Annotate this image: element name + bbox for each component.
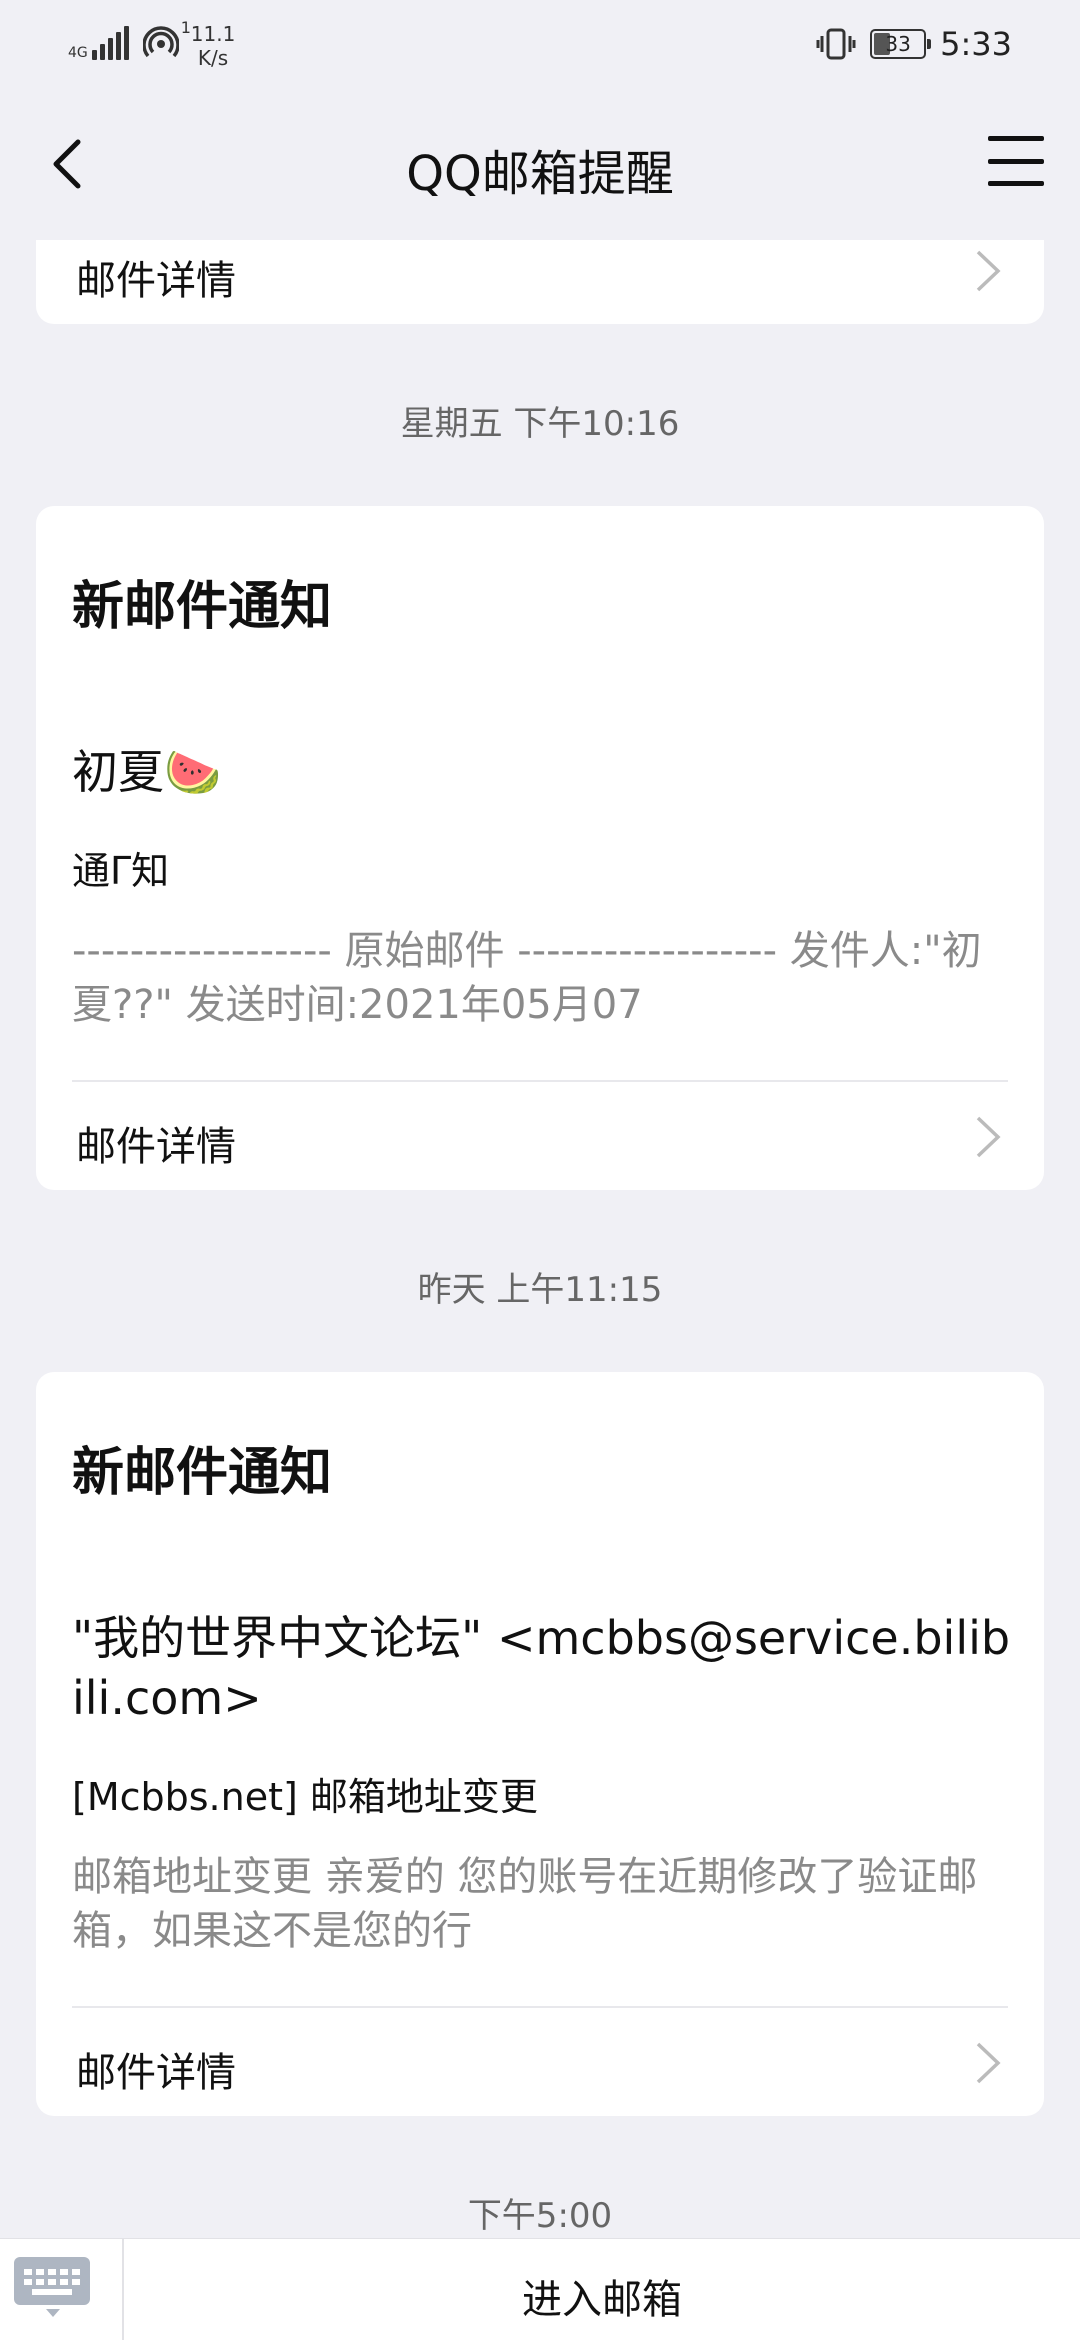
network-speed: 11.1 K/s bbox=[191, 22, 236, 70]
page-title: QQ邮箱提醒 bbox=[406, 146, 674, 202]
card-title: 新邮件通知 bbox=[72, 577, 333, 637]
message-timestamp: 下午5:00 bbox=[467, 2196, 613, 2236]
chevron-right-icon bbox=[976, 250, 1001, 292]
speed-value: 11.1 bbox=[190, 22, 236, 46]
battery-icon: 33 bbox=[870, 29, 932, 59]
message-timestamp: 星期五 下午10:16 bbox=[400, 404, 680, 444]
message-timestamp: 昨天 上午11:15 bbox=[417, 1270, 663, 1310]
chevron-right-icon bbox=[976, 2042, 1001, 2084]
battery-level: 33 bbox=[885, 32, 911, 56]
enter-mailbox-button[interactable]: 进入邮箱 bbox=[124, 2267, 1080, 2325]
status-left: 4G 1 11.1 K/s bbox=[68, 18, 236, 70]
network-type: 4G bbox=[68, 45, 88, 61]
message-card: 新邮件通知 初夏🍉 通Γ知 ------------------ 原始邮件 --… bbox=[36, 506, 1044, 1190]
vibrate-icon bbox=[816, 28, 856, 60]
sim-index: 1 bbox=[180, 18, 191, 37]
menu-icon[interactable] bbox=[988, 136, 1044, 186]
clock: 5:33 bbox=[940, 25, 1012, 63]
mail-subject: 通Γ知 bbox=[72, 849, 170, 893]
mail-detail-label: 邮件详情 bbox=[76, 258, 236, 304]
mail-subject: [Mcbbs.net] 邮箱地址变更 bbox=[72, 1775, 538, 1819]
mail-sender: 初夏🍉 bbox=[72, 745, 222, 799]
message-card: 邮件详情 bbox=[36, 240, 1044, 324]
hotspot-icon bbox=[142, 26, 179, 58]
status-right: 33 5:33 bbox=[816, 24, 1012, 64]
mail-sender: "我的世界中文论坛" <mcbbs@service.bilibili.com> bbox=[72, 1611, 1011, 1725]
mail-preview: 邮箱地址变更 亲爱的 您的账号在近期修改了验证邮箱，如果这不是您的行 bbox=[72, 1854, 978, 1954]
bottom-bar: 进入邮箱 bbox=[0, 2238, 1080, 2340]
mail-detail-label: 邮件详情 bbox=[76, 2050, 236, 2096]
chevron-right-icon bbox=[976, 1116, 1001, 1158]
signal-indicator: 4G bbox=[68, 22, 129, 60]
mail-preview: ------------------ 原始邮件 ----------------… bbox=[72, 928, 982, 1028]
keyboard-toggle-button[interactable] bbox=[0, 2239, 124, 2340]
mail-detail-label: 邮件详情 bbox=[76, 1124, 236, 1170]
keyboard-icon bbox=[14, 2257, 90, 2305]
speed-unit: K/s bbox=[197, 46, 229, 70]
status-bar: 4G 1 11.1 K/s 33 5:33 bbox=[0, 0, 1080, 90]
mail-detail-row[interactable]: 邮件详情 bbox=[36, 2008, 1044, 2118]
mail-detail-row[interactable]: 邮件详情 bbox=[36, 1082, 1044, 1192]
signal-bars-icon bbox=[91, 24, 129, 60]
mail-detail-row[interactable]: 邮件详情 bbox=[36, 216, 1044, 326]
message-card: 新邮件通知 "我的世界中文论坛" <mcbbs@service.bilibili… bbox=[36, 1372, 1044, 2116]
chevron-down-icon bbox=[46, 2309, 60, 2317]
card-title: 新邮件通知 bbox=[72, 1443, 333, 1503]
